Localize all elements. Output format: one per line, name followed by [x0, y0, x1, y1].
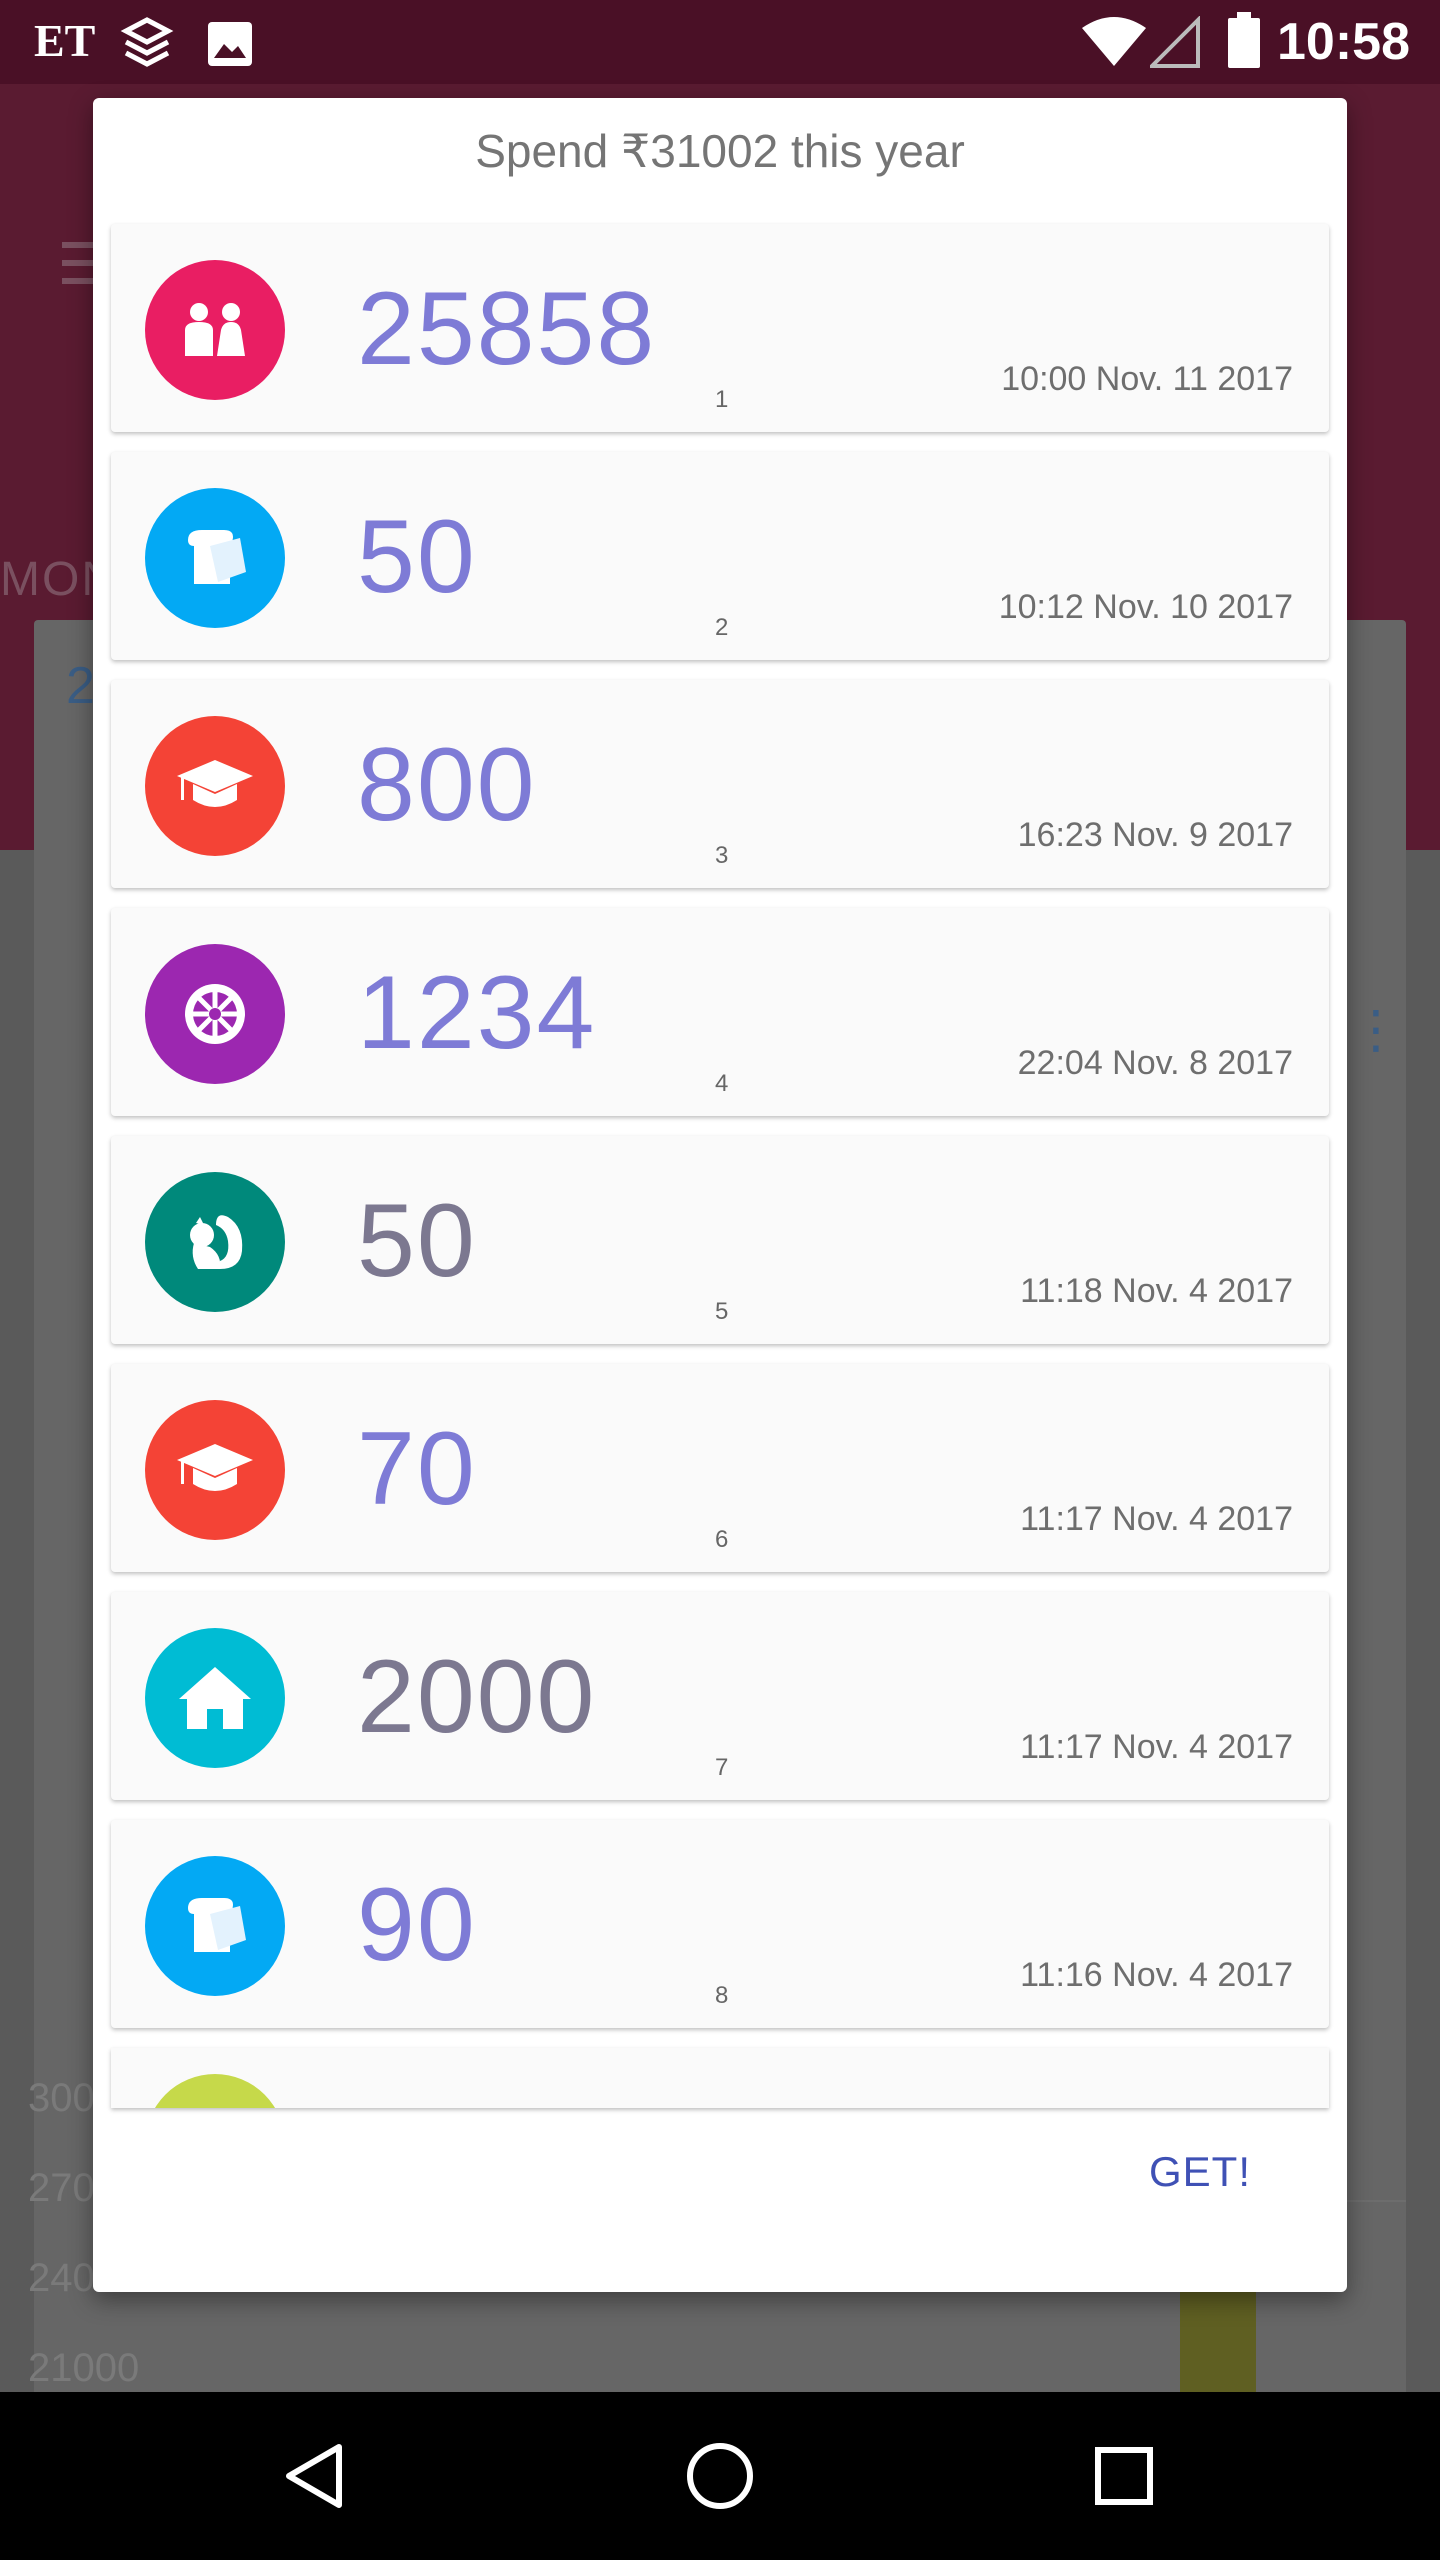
item-index: 2 — [715, 614, 729, 641]
squirrel-icon — [190, 1215, 243, 1269]
list-item-partial[interactable] — [111, 2048, 1329, 2108]
transaction-list[interactable]: 25858 1 10:00 Nov. 11 2017 50 2 10:12 No… — [93, 222, 1347, 2194]
signal-icon — [1147, 15, 1200, 73]
list-item[interactable]: 25858 1 10:00 Nov. 11 2017 — [111, 224, 1329, 432]
amount: 1234 — [357, 955, 597, 1071]
timestamp: 10:12 Nov. 10 2017 — [998, 588, 1293, 626]
list-item[interactable]: 800 3 16:23 Nov. 9 2017 — [111, 680, 1329, 888]
back-icon[interactable] — [274, 2434, 358, 2518]
battery-icon — [1226, 12, 1262, 75]
item-index: 7 — [715, 1754, 729, 1781]
list-item[interactable]: 70 6 11:17 Nov. 4 2017 — [111, 1364, 1329, 1572]
get-button[interactable]: GET! — [1149, 2148, 1251, 2196]
list-item[interactable]: 50 2 10:12 Nov. 10 2017 — [111, 452, 1329, 660]
background-more-icon: ⋮ — [1350, 1001, 1402, 1059]
bread-icon — [188, 530, 246, 584]
timestamp: 11:17 Nov. 4 2017 — [1020, 1728, 1293, 1766]
film-reel-icon — [185, 984, 245, 1044]
category-icon-circle — [145, 260, 285, 400]
category-icon-circle — [145, 944, 285, 1084]
item-index: 8 — [715, 1982, 729, 2009]
amount: 70 — [357, 1411, 477, 1527]
image-icon — [206, 20, 254, 73]
list-item[interactable]: 1234 4 22:04 Nov. 8 2017 — [111, 908, 1329, 1116]
category-icon-circle — [145, 1856, 285, 1996]
navigation-bar — [0, 2392, 1440, 2560]
axis-label: 300 — [28, 2076, 95, 2120]
status-bar: ET 10:58 — [0, 0, 1440, 84]
timestamp: 10:00 Nov. 11 2017 — [1001, 360, 1293, 398]
background-value: 2 — [66, 657, 95, 715]
axis-label: 21000 — [28, 2346, 140, 2390]
dialog-title: Spend ₹31002 this year — [475, 125, 965, 177]
axis-label: 240 — [28, 2256, 95, 2300]
amount: 50 — [357, 499, 477, 615]
recents-square-icon[interactable] — [1082, 2434, 1166, 2518]
wifi-icon — [1080, 16, 1148, 73]
amount: 2000 — [357, 1639, 597, 1755]
home-circle-icon[interactable] — [678, 2434, 762, 2518]
category-icon-circle — [145, 1628, 285, 1768]
clock: 10:58 — [1277, 13, 1410, 71]
category-icon-circle — [145, 2074, 285, 2108]
home-icon — [179, 1667, 251, 1729]
carrier-label: ET — [34, 15, 96, 66]
timestamp: 11:16 Nov. 4 2017 — [1020, 1956, 1293, 1994]
spend-dialog: Spend ₹31002 this year 25858 1 10:00 Nov… — [93, 98, 1347, 2292]
amount: 50 — [357, 1183, 477, 1299]
item-index: 6 — [715, 1526, 729, 1553]
layers-app-icon — [118, 14, 176, 77]
amount: 25858 — [357, 271, 657, 387]
category-icon-circle — [145, 1400, 285, 1540]
graduation-cap-icon — [177, 760, 253, 807]
list-item[interactable]: 90 8 11:16 Nov. 4 2017 — [111, 1820, 1329, 2028]
axis-label: 270 — [28, 2166, 95, 2210]
category-icon-circle — [145, 1172, 285, 1312]
item-index: 4 — [715, 1070, 729, 1097]
amount: 800 — [357, 727, 537, 843]
timestamp: 16:23 Nov. 9 2017 — [1017, 816, 1293, 854]
amount: 90 — [357, 1867, 477, 1983]
bread-icon — [188, 1898, 246, 1952]
category-icon-circle — [145, 488, 285, 628]
graduation-cap-icon — [177, 1444, 253, 1491]
timestamp: 11:17 Nov. 4 2017 — [1020, 1500, 1293, 1538]
timestamp: 11:18 Nov. 4 2017 — [1020, 1272, 1293, 1310]
item-index: 5 — [715, 1298, 729, 1325]
timestamp: 22:04 Nov. 8 2017 — [1017, 1044, 1293, 1082]
category-icon-circle — [145, 716, 285, 856]
list-item[interactable]: 2000 7 11:17 Nov. 4 2017 — [111, 1592, 1329, 1800]
item-index: 1 — [715, 386, 729, 413]
list-item[interactable]: 50 5 11:18 Nov. 4 2017 — [111, 1136, 1329, 1344]
item-index: 3 — [715, 842, 729, 869]
family-icon — [185, 303, 245, 356]
